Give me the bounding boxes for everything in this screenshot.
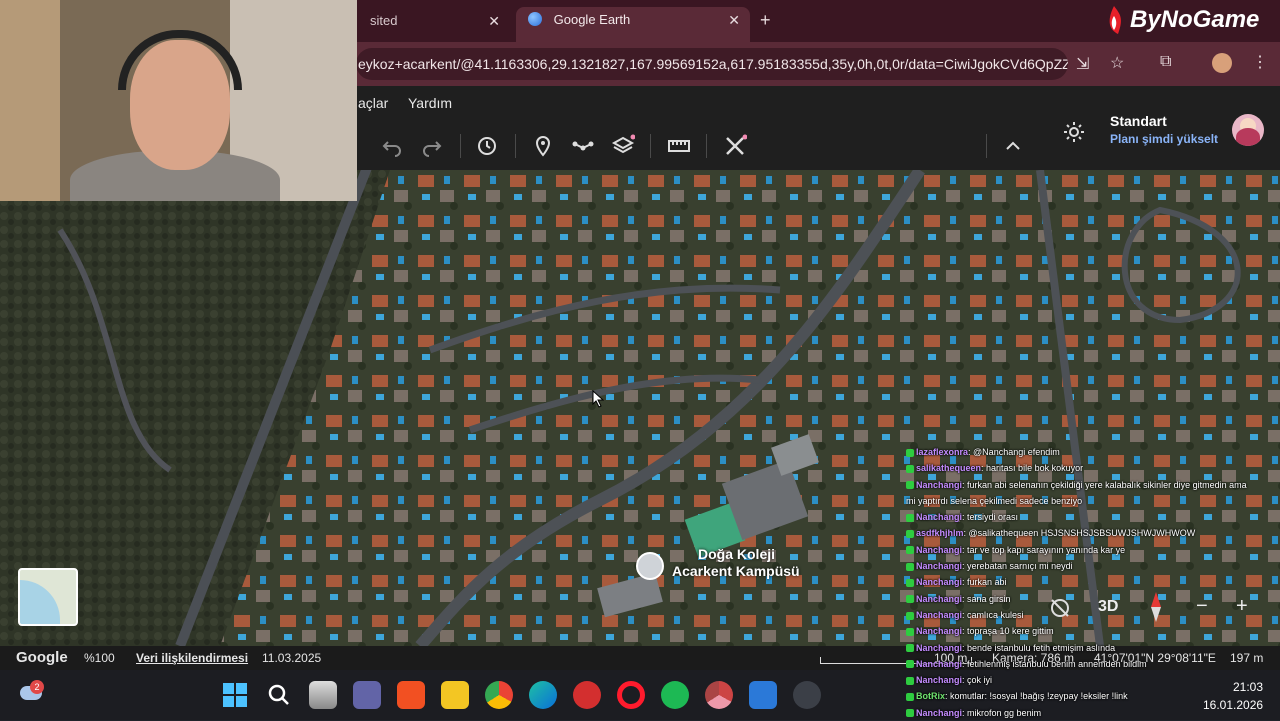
zoom-level[interactable]: %100 [84,651,115,665]
new-tab-button[interactable]: + [760,10,771,31]
toolbar-divider [986,134,987,158]
mod-badge-icon [906,562,914,571]
spotify-icon[interactable] [661,681,689,709]
mod-badge-icon [906,627,914,636]
mod-badge-icon [906,644,914,653]
minimap-toggle[interactable] [18,568,78,626]
install-app-icon[interactable]: ⇲ [1076,54,1089,74]
mod-badge-icon [906,513,914,522]
chrome-icon[interactable] [485,681,513,709]
notification-badge: 2 [30,680,44,694]
mod-badge-icon [906,481,914,490]
chat-message: asdfkhjhlm: @salikathequeen HSJSNSHSJSBS… [906,525,1280,541]
poi-label[interactable]: Doğa Koleji [698,546,775,563]
tab-google-earth[interactable]: Google Earth ✕ [516,7,750,42]
chat-message: Nanchangi: topraşa 10 kere gittim [906,623,1280,639]
url-field[interactable]: eykoz+acarkent/@41.1163306,29.1321827,16… [356,48,1068,80]
school-pin-icon[interactable] [636,552,664,580]
obs-icon[interactable] [793,681,821,709]
watermark-text: ByNoGame [1130,6,1260,33]
flame-logo-icon [1109,6,1121,34]
chat-message: Nanchangi: furkan abi selenanın çekildiğ… [906,477,1280,493]
mod-badge-icon [906,464,914,473]
mod-badge-icon [906,693,914,702]
chat-message-continued: mi yaptırdı selena çekilmedi sadece benz… [906,495,1083,506]
close-icon[interactable]: ✕ [488,8,500,34]
chat-message: BotRix: komutlar: !sosyal !bağış !zeypay… [906,688,1280,704]
task-view-icon[interactable] [309,681,337,709]
stream-chat-overlay: lazaflexonra: @Nanchangi efendim salikat… [906,444,1280,720]
layers-icon[interactable] [611,134,635,158]
chat-message: Nanchangi: sana girsin [906,591,1280,607]
chat-message: Nanchangi: furkan abi [906,574,1280,590]
poi-label-line1: Doğa Koleji [698,546,776,562]
google-logo: Google [16,649,68,666]
profile-avatar[interactable] [1212,53,1232,73]
microsoft-store-icon[interactable] [397,681,425,709]
toolbar-divider [515,134,516,158]
chat-message: Nanchangi: fetihlenmiş istanbulu benim a… [906,656,1280,672]
placemark-icon[interactable] [531,134,555,158]
chat-message: Nanchangi: camlıca kulesi [906,607,1280,623]
mouse-cursor-icon [592,390,604,408]
bynogame-watermark: ByNoGame [1100,4,1259,36]
redo-icon[interactable] [420,134,444,158]
imagery-date: 11.03.2025 [262,651,322,665]
chat-message: Nanchangi: tersiydi orası [906,509,1280,525]
account-avatar[interactable] [1232,114,1264,146]
app-icon[interactable] [749,681,777,709]
menu-item-tools[interactable]: açlar [358,95,388,111]
chat-message: Nanchangi: çok iyi [906,672,1280,688]
toolbar-divider [460,134,461,158]
poi-label-line2: Acarkent Kampüsü [672,563,800,579]
chat-message: Nanchangi: mikrofon gg benim [906,705,1280,721]
chat-message: Nanchangi: yerebatan sarnıçı mi neydi [906,558,1280,574]
mod-badge-icon [906,579,914,587]
chrome-profile-icon[interactable] [705,681,733,709]
browser-menu-icon[interactable]: ⋮ [1252,52,1268,72]
tools-icon[interactable] [723,134,747,158]
data-attribution-link[interactable]: Veri ilişkilendirmesi [136,651,248,665]
path-icon[interactable] [571,134,595,158]
mod-badge-icon [906,530,914,539]
mod-badge-icon [906,595,914,604]
toolbar-divider [706,134,707,158]
ruler-icon[interactable] [667,134,691,158]
mod-badge-icon [906,709,914,718]
windows-start-icon[interactable] [221,681,249,709]
google-earth-favicon-icon [528,12,542,26]
chat-message: salikathequeen: haritası bile bok kokuyo… [906,460,1280,476]
toolbar-divider [650,134,651,158]
chat-message: Nanchangi: bende istanbulu fetih etmişim… [906,640,1280,656]
menu-item-help[interactable]: Yardım [408,95,452,111]
undo-icon[interactable] [380,134,404,158]
tab-label: sited [370,13,398,28]
opera-icon[interactable] [617,681,645,709]
collapse-icon[interactable] [1001,134,1025,158]
close-icon[interactable]: ✕ [728,7,740,33]
mod-badge-icon [906,660,914,669]
extensions-icon[interactable]: ⧉ [1160,53,1171,71]
tab-label: Google Earth [553,12,631,27]
chat-message: lazaflexonra: @Nanchangi efendim [906,444,1280,460]
chat-message: Nanchangi: tar ve top kapı sarayının yan… [906,542,1280,558]
search-icon[interactable] [265,681,293,709]
mod-badge-icon [906,676,914,685]
media-player-icon[interactable] [573,681,601,709]
edge-icon[interactable] [529,681,557,709]
gear-icon[interactable] [1062,120,1086,144]
history-icon[interactable] [475,134,499,158]
mod-badge-icon [906,448,914,457]
upgrade-plan-link[interactable]: Planı şimdi yükselt [1110,132,1218,146]
webcam-overlay [0,0,357,201]
teams-icon[interactable] [353,681,381,709]
bookmark-star-icon[interactable]: ☆ [1110,53,1124,73]
mod-badge-icon [906,546,914,555]
plan-name: Standart [1110,113,1167,129]
mod-badge-icon [906,611,914,620]
file-explorer-icon[interactable] [441,681,469,709]
tab-visited[interactable]: sited ✕ [358,8,510,34]
